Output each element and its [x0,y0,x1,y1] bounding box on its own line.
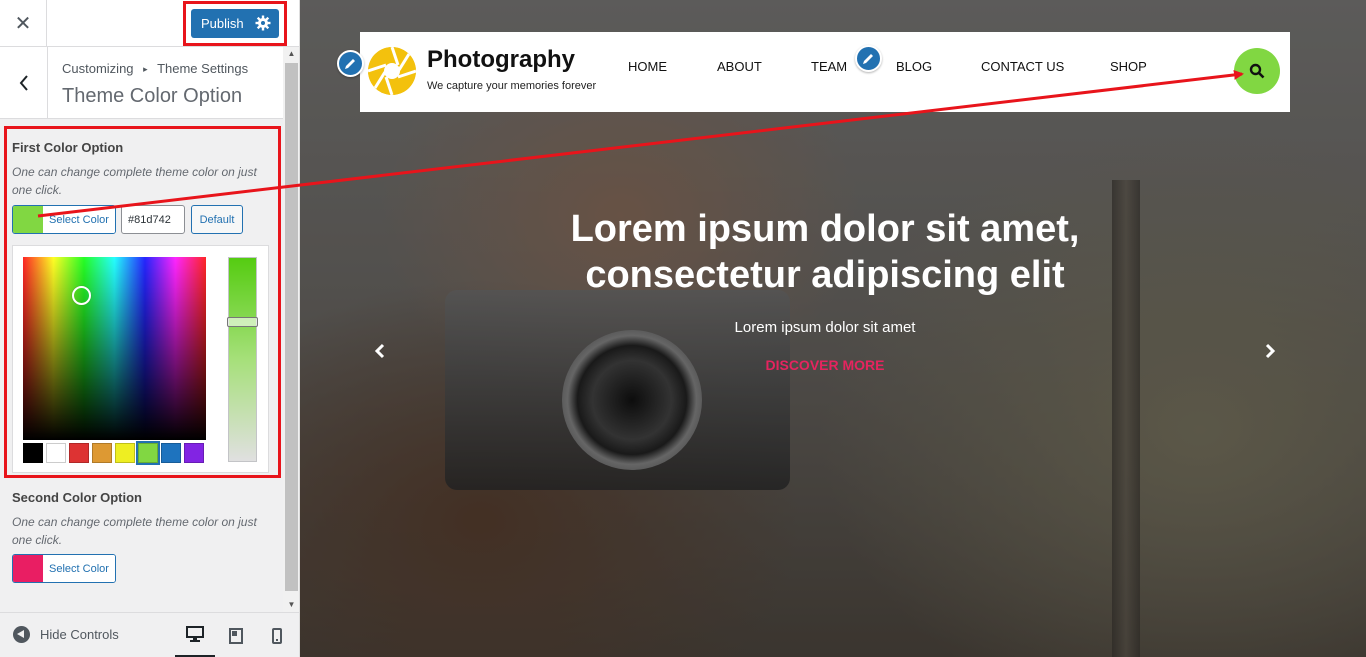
first-color-select-button[interactable]: Select Color [12,205,116,234]
second-color-description: One can change complete theme color on j… [12,515,257,547]
slider-prev-icon[interactable] [370,340,390,362]
lightness-slider-handle[interactable] [227,317,258,327]
hide-controls-button[interactable]: Hide Controls [13,626,119,643]
customizer-header: ✕ Publish [0,0,299,47]
back-button[interactable] [0,47,48,119]
desktop-preview-button[interactable] [175,613,215,657]
palette-swatch[interactable] [184,443,204,463]
close-customizer-button[interactable]: ✕ [0,0,47,47]
edit-shortcut-menu[interactable] [855,45,882,72]
breadcrumb: Customizing ▸ Theme Settings [62,61,248,76]
discover-more-link[interactable]: DISCOVER MORE [685,357,965,373]
breadcrumb-separator: ▸ [143,64,148,74]
sidebar-scrollbar[interactable]: ▲ ▼ [283,47,299,612]
site-header: Photography We capture your memories for… [360,32,1290,112]
site-tagline: We capture your memories forever [427,80,597,92]
slider-next-icon[interactable] [1260,340,1280,362]
collapse-arrow-icon [13,626,30,643]
site-preview: Photography We capture your memories for… [300,0,1366,657]
search-button[interactable] [1234,48,1280,94]
customizer-footer: Hide Controls [0,612,299,657]
nav-contact-us[interactable]: CONTACT US [981,59,1064,74]
pencil-icon [863,54,873,64]
first-color-title: First Color Option [12,140,124,155]
breadcrumb-current: Theme Settings [157,61,249,76]
scroll-up-arrow-icon[interactable]: ▲ [283,47,299,61]
logo-aperture-icon[interactable] [368,47,416,95]
aperture-icon [368,47,416,95]
publish-label: Publish [201,16,244,31]
palette-swatch[interactable] [23,443,43,463]
select-color-label: Select Color [43,555,115,582]
desktop-icon [186,626,204,642]
scroll-thumb[interactable] [285,63,298,591]
nav-about[interactable]: ABOUT [717,59,762,74]
hero-subtitle: Lorem ipsum dolor sit amet [734,319,916,336]
breadcrumb-parent: Customizing [62,61,134,76]
select-color-label: Select Color [43,206,115,233]
color-palette [23,443,204,463]
gear-icon[interactable] [255,15,271,31]
edit-shortcut-logo[interactable] [337,50,364,77]
scroll-down-arrow-icon[interactable]: ▼ [283,598,299,612]
palette-swatch[interactable] [92,443,112,463]
nav-team[interactable]: TEAM [811,59,847,74]
saturation-handle[interactable] [72,286,91,305]
palette-swatch[interactable] [161,443,181,463]
section-header: Customizing ▸ Theme Settings Theme Color… [0,47,283,119]
second-color-title: Second Color Option [12,490,142,505]
palette-swatch[interactable] [115,443,135,463]
hero-title: Lorem ipsum dolor sit amet, consectetur … [570,208,1080,296]
chevron-left-icon [19,75,28,91]
palette-swatch[interactable] [69,443,89,463]
nav-home[interactable]: HOME [628,59,667,74]
palette-swatch[interactable] [46,443,66,463]
search-icon [1249,63,1265,79]
section-title: Theme Color Option [62,85,243,107]
saturation-sheen [23,257,206,440]
publish-button[interactable]: Publish [191,9,279,38]
publish-highlight-box: Publish [183,1,287,46]
second-color-select-button[interactable]: Select Color [12,554,116,583]
tablet-preview-button[interactable] [216,613,256,657]
default-color-button[interactable]: Default [191,205,243,234]
mobile-icon [272,627,282,644]
hex-color-input[interactable] [121,205,185,234]
nav-shop[interactable]: SHOP [1110,59,1147,74]
close-icon: ✕ [14,13,32,35]
mobile-preview-button[interactable] [257,613,297,657]
lightness-slider[interactable] [227,257,258,462]
second-color-swatch [13,555,43,582]
color-picker [12,245,269,473]
saturation-square[interactable] [23,257,206,440]
site-title[interactable]: Photography [427,46,575,74]
tablet-icon [229,627,243,644]
first-color-description: One can change complete theme color on j… [12,165,257,197]
customizer-sidebar: ✕ Publish Customizing ▸ Theme Settings T… [0,0,300,657]
first-color-swatch [13,206,43,233]
pencil-icon [345,59,355,69]
nav-blog[interactable]: BLOG [896,59,932,74]
palette-swatch[interactable] [138,443,158,463]
hide-controls-label: Hide Controls [40,627,119,642]
